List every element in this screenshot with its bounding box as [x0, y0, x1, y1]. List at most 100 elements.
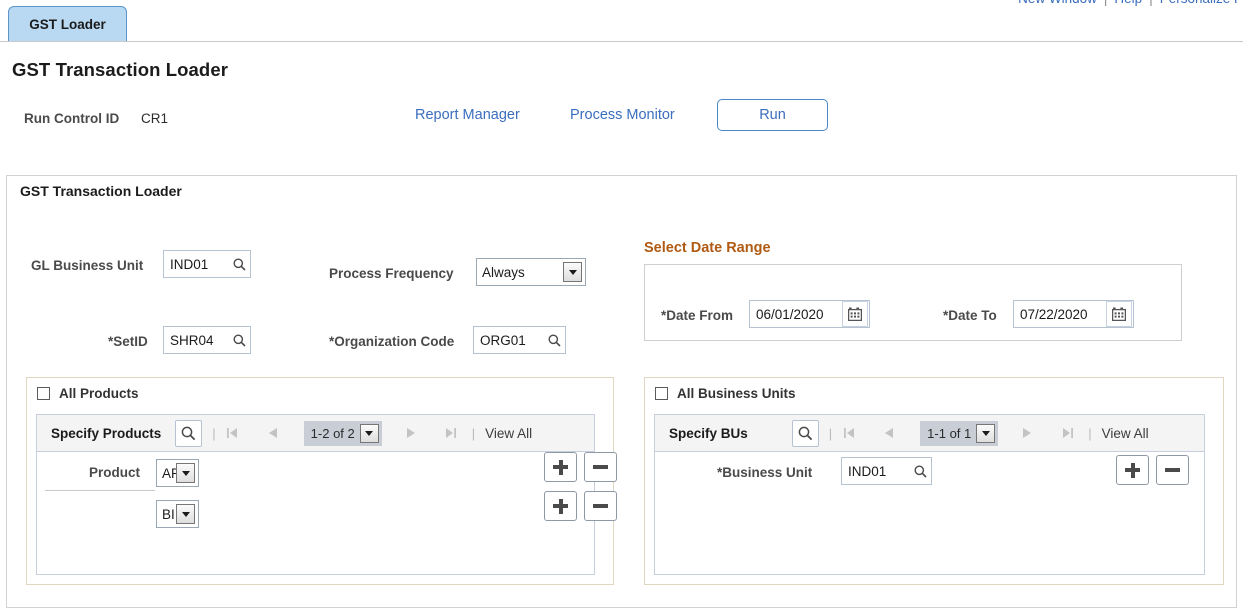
first-page-icon[interactable] — [226, 427, 240, 439]
delete-row-button-2[interactable] — [584, 491, 617, 521]
organization-code-value: ORG01 — [474, 333, 543, 348]
run-button-label: Run — [759, 107, 786, 123]
calendar-icon[interactable] — [842, 301, 868, 327]
products-row-counter[interactable]: 1-2 of 2 — [304, 421, 382, 446]
next-page-icon[interactable] — [1020, 427, 1034, 439]
all-products-label: All Products — [59, 386, 139, 401]
bus-view-all-link[interactable]: View All — [1102, 426, 1149, 441]
date-from-field[interactable]: 06/01/2020 — [749, 300, 870, 328]
date-to-field[interactable]: 07/22/2020 — [1013, 300, 1134, 328]
process-frequency-label: Process Frequency — [329, 266, 454, 281]
run-control-id-value: CR1 — [141, 111, 168, 126]
nav-separator: | — [212, 426, 215, 441]
delete-row-icon — [593, 465, 608, 469]
product-value-row-1: AP — [157, 466, 176, 481]
all-products-checkbox-row[interactable]: All Products — [37, 386, 139, 401]
product-select-row-1[interactable]: AP — [156, 459, 199, 487]
gl-business-unit-field[interactable]: IND01 — [163, 250, 251, 278]
all-business-units-checkbox-row[interactable]: All Business Units — [655, 386, 796, 401]
tab-underline — [0, 41, 1243, 42]
date-to-value: 07/22/2020 — [1014, 307, 1106, 322]
specify-bus-grid-body: *Business Unit IND01 — [655, 452, 1204, 574]
select-date-range-box: *Date From 06/01/2020 *Date To 07/22/2 — [644, 264, 1182, 341]
report-manager-link[interactable]: Report Manager — [415, 107, 520, 123]
gl-business-unit-label: GL Business Unit — [31, 258, 143, 273]
add-row-button-2[interactable] — [544, 491, 577, 521]
add-row-button-1[interactable] — [544, 452, 577, 482]
chevron-down-icon[interactable] — [976, 424, 995, 443]
run-control-id-label: Run Control ID — [24, 111, 119, 126]
nav-separator: | — [829, 426, 832, 441]
nav-separator: | — [472, 426, 475, 441]
organization-code-label: *Organization Code — [329, 334, 454, 349]
search-icon[interactable] — [228, 334, 250, 347]
select-date-range-title: Select Date Range — [644, 240, 771, 256]
gst-transaction-loader-page: New Window|Help|Personalize P GST Loader… — [0, 0, 1243, 615]
date-from-label: *Date From — [661, 308, 733, 323]
products-counter-text: 1-2 of 2 — [311, 426, 355, 441]
add-row-icon — [559, 460, 563, 475]
chevron-down-icon — [176, 463, 195, 483]
date-from-value: 06/01/2020 — [750, 307, 842, 322]
chevron-down-icon — [563, 262, 582, 282]
product-select-row-2[interactable]: BI — [156, 500, 199, 528]
search-icon[interactable] — [909, 465, 931, 478]
panel-title: GST Transaction Loader — [20, 183, 182, 199]
add-bu-row-button[interactable] — [1116, 455, 1149, 485]
tab-label: GST Loader — [29, 17, 106, 32]
specify-bus-grid-header: Specify BUs | 1-1 of 1 — [655, 415, 1204, 452]
run-button[interactable]: Run — [717, 99, 828, 131]
previous-page-icon[interactable] — [882, 427, 896, 439]
business-unit-column-header: *Business Unit — [717, 465, 812, 480]
bus-counter-text: 1-1 of 1 — [927, 426, 971, 441]
page-title: GST Transaction Loader — [12, 59, 228, 81]
delete-bu-row-button[interactable] — [1156, 455, 1189, 485]
process-frequency-value: Always — [477, 265, 563, 280]
find-icon[interactable] — [175, 420, 202, 447]
gl-business-unit-value: IND01 — [164, 257, 228, 272]
calendar-icon[interactable] — [1106, 301, 1132, 327]
all-business-units-group: All Business Units Specify BUs | 1-1 of … — [644, 377, 1224, 585]
bus-row-counter[interactable]: 1-1 of 1 — [920, 421, 998, 446]
chevron-down-icon[interactable] — [360, 424, 379, 443]
specify-products-grid-header: Specify Products | 1-2 of 2 — [37, 415, 594, 452]
setid-label: *SetID — [108, 334, 148, 349]
specify-products-grid-body: Product AP BI — [37, 452, 594, 574]
tab-strip: GST Loader — [0, 6, 1243, 44]
specify-products-title: Specify Products — [51, 426, 161, 441]
first-page-icon[interactable] — [842, 427, 856, 439]
all-business-units-label: All Business Units — [677, 386, 796, 401]
chevron-down-icon — [176, 504, 195, 524]
specify-bus-title: Specify BUs — [669, 426, 748, 441]
products-view-all-link[interactable]: View All — [485, 426, 532, 441]
delete-row-icon — [1165, 468, 1180, 472]
all-business-units-checkbox[interactable] — [655, 387, 668, 400]
specify-products-grid: Specify Products | 1-2 of 2 — [36, 414, 595, 575]
search-icon[interactable] — [543, 334, 565, 347]
next-page-icon[interactable] — [404, 427, 418, 439]
business-unit-field-row-1[interactable]: IND01 — [841, 457, 932, 485]
search-icon[interactable] — [228, 258, 250, 271]
product-value-row-2: BI — [157, 507, 176, 522]
product-column-rule — [45, 490, 155, 491]
all-products-group: All Products Specify Products | 1-2 of 2 — [26, 377, 614, 585]
process-frequency-select[interactable]: Always — [476, 258, 586, 286]
setid-field[interactable]: SHR04 — [163, 326, 251, 354]
add-row-icon — [559, 499, 563, 514]
setid-value: SHR04 — [164, 333, 228, 348]
nav-separator: | — [1088, 426, 1091, 441]
last-page-icon[interactable] — [444, 427, 458, 439]
tab-gst-loader[interactable]: GST Loader — [8, 6, 127, 42]
delete-row-button-1[interactable] — [584, 452, 617, 482]
find-icon[interactable] — [792, 420, 819, 447]
add-row-icon — [1131, 463, 1135, 478]
date-to-label: *Date To — [943, 308, 997, 323]
previous-page-icon[interactable] — [266, 427, 280, 439]
delete-row-icon — [593, 504, 608, 508]
organization-code-field[interactable]: ORG01 — [473, 326, 566, 354]
last-page-icon[interactable] — [1060, 427, 1074, 439]
all-products-checkbox[interactable] — [37, 387, 50, 400]
product-column-header: Product — [89, 465, 140, 480]
business-unit-value-row-1: IND01 — [842, 464, 909, 479]
process-monitor-link[interactable]: Process Monitor — [570, 107, 675, 123]
